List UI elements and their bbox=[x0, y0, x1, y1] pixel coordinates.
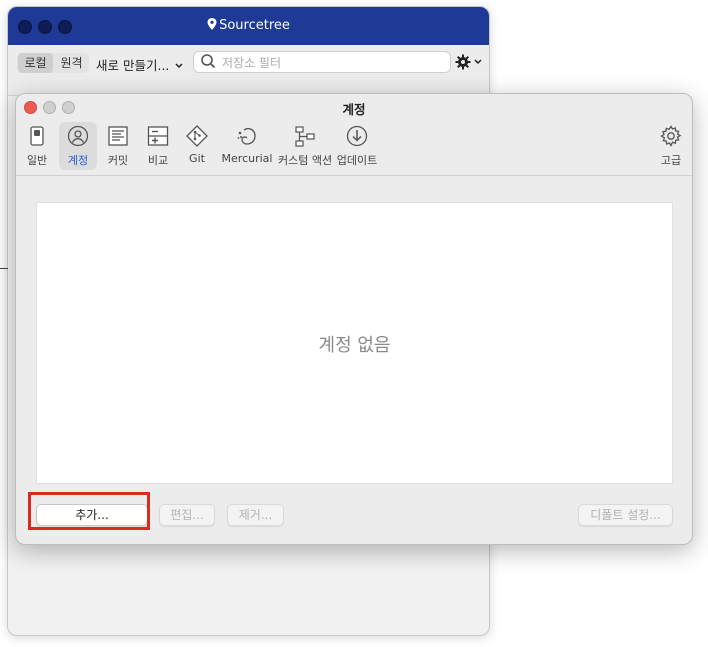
tab-label: Mercurial bbox=[221, 152, 273, 165]
title-bar: Sourcetree bbox=[8, 7, 489, 45]
tab-general[interactable]: 일반 bbox=[20, 122, 54, 170]
tab-accounts[interactable]: 계정 bbox=[59, 122, 97, 170]
tab-label: 일반 bbox=[26, 154, 48, 167]
tab-update[interactable]: 업데이트 bbox=[336, 122, 378, 170]
main-toolbar: 로컬 원격 새로 만들기... bbox=[8, 45, 489, 96]
search-icon bbox=[201, 54, 216, 69]
tab-remote[interactable]: 원격 bbox=[54, 53, 89, 73]
tab-custom-actions[interactable]: 커스텀 액션 bbox=[278, 122, 332, 170]
empty-state-text: 계정 없음 bbox=[318, 335, 391, 356]
mercurial-icon bbox=[237, 128, 256, 145]
tab-mercurial[interactable]: Mercurial bbox=[219, 122, 275, 170]
window-title: Sourcetree bbox=[8, 18, 489, 33]
search-input[interactable] bbox=[220, 53, 444, 72]
accounts-list: 계정 없음 bbox=[36, 202, 673, 484]
set-default-button[interactable]: 디폴트 설정... bbox=[578, 504, 673, 526]
commit-icon bbox=[108, 126, 128, 146]
account-icon bbox=[67, 125, 89, 147]
tab-label: 커스텀 액션 bbox=[278, 154, 333, 167]
preferences-toolbar: 일반 계정 커밋 비교 Git Mercurial 커스텀 액션 업데이트 고급 bbox=[16, 120, 692, 176]
chevron-down-icon bbox=[474, 59, 482, 65]
diff-icon bbox=[147, 126, 169, 146]
gear-icon bbox=[455, 54, 471, 70]
gear-icon bbox=[660, 125, 682, 147]
tab-diff[interactable]: 비교 bbox=[141, 122, 175, 170]
highlight-box bbox=[28, 492, 150, 530]
switch-icon bbox=[30, 126, 44, 146]
tab-commit[interactable]: 커밋 bbox=[101, 122, 135, 170]
tab-label: Git bbox=[189, 152, 205, 165]
divider bbox=[0, 268, 8, 269]
tab-git[interactable]: Git bbox=[182, 122, 212, 170]
update-icon bbox=[346, 125, 368, 147]
new-button-label: 새로 만들기... bbox=[96, 58, 170, 73]
preferences-window: 계정 일반 계정 커밋 비교 Git Mercurial 커스텀 액션 업데이트… bbox=[15, 93, 693, 545]
tab-label: 비교 bbox=[147, 154, 169, 167]
repository-search-field[interactable] bbox=[193, 51, 451, 73]
preferences-title: 계정 bbox=[342, 102, 366, 117]
tab-label: 커밋 bbox=[107, 154, 129, 167]
tab-label: 계정 bbox=[67, 154, 89, 167]
tab-label: 업데이트 bbox=[336, 154, 378, 167]
tab-local[interactable]: 로컬 bbox=[18, 53, 53, 73]
app-title: Sourcetree bbox=[219, 18, 290, 33]
new-repository-button[interactable]: 새로 만들기... bbox=[96, 55, 183, 74]
chevron-down-icon bbox=[175, 63, 183, 69]
git-icon bbox=[186, 125, 208, 147]
custom-action-icon bbox=[295, 126, 315, 147]
settings-menu-button[interactable] bbox=[455, 54, 485, 70]
remove-account-button[interactable]: 제거... bbox=[227, 504, 284, 526]
tab-label: 고급 bbox=[660, 154, 682, 167]
edit-account-button[interactable]: 편집... bbox=[159, 504, 215, 526]
tab-advanced[interactable]: 고급 bbox=[654, 122, 688, 170]
location-segmented-control: 로컬 원격 bbox=[17, 53, 89, 73]
location-pin-icon bbox=[207, 18, 217, 30]
